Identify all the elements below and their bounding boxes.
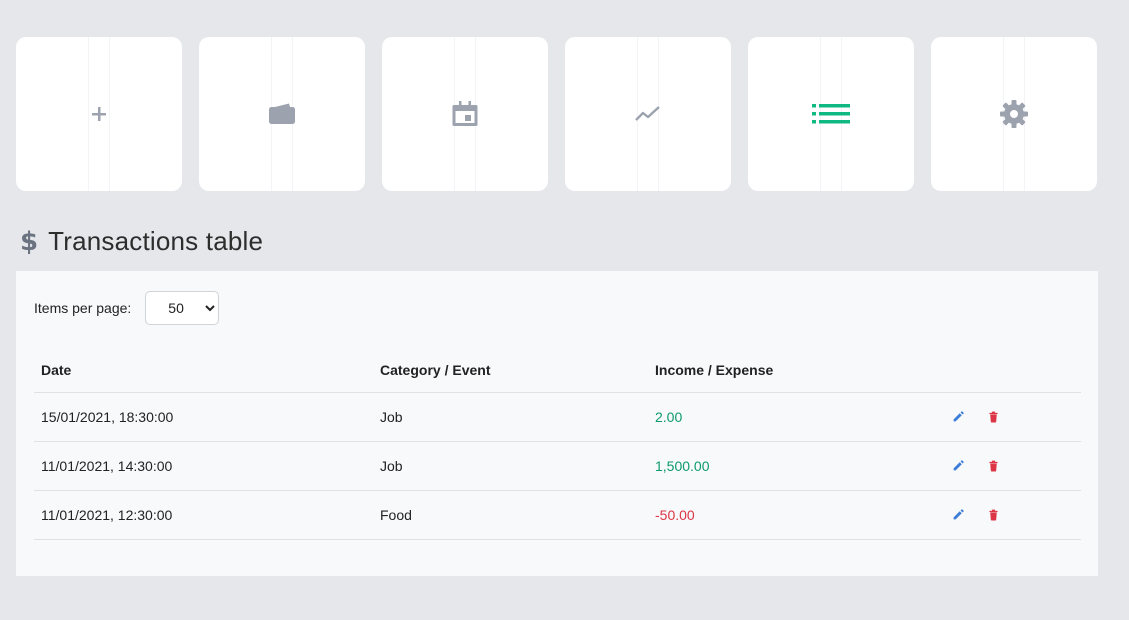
table-row: 11/01/2021, 12:30:00 Food -50.00 (34, 490, 1081, 540)
per-page-control: Items per page: 50 (34, 291, 220, 325)
table-header-row: Date Category / Event Income / Expense (34, 349, 1081, 393)
delete-icon[interactable] (987, 410, 1000, 423)
edit-icon[interactable] (952, 410, 965, 423)
nav-card-add[interactable] (16, 37, 182, 191)
cell-actions (938, 392, 1081, 442)
gear-icon (1000, 100, 1028, 128)
cell-amount: 2.00 (648, 392, 938, 442)
page-title: Transactions table (48, 226, 264, 256)
plus-icon (92, 107, 106, 121)
nav-card-settings[interactable] (931, 37, 1097, 191)
per-page-label: Items per page: (34, 300, 132, 316)
header-category[interactable]: Category / Event (373, 349, 648, 393)
table-row: 15/01/2021, 18:30:00 Job 2.00 (34, 392, 1081, 442)
delete-icon[interactable] (987, 459, 1000, 472)
transactions-table: Date Category / Event Income / Expense 1… (34, 349, 1081, 540)
wallet-icon (269, 103, 295, 124)
nav-card-chart[interactable] (565, 37, 731, 191)
cell-date: 15/01/2021, 18:30:00 (34, 392, 373, 442)
nav-cards (16, 37, 1097, 191)
calendar-icon (452, 101, 478, 126)
nav-card-list[interactable] (748, 37, 914, 191)
per-page-select[interactable]: 50 (145, 291, 220, 325)
cell-amount: -50.00 (648, 490, 938, 540)
cell-date: 11/01/2021, 12:30:00 (34, 490, 373, 540)
cell-category: Job (373, 392, 648, 442)
cell-actions (938, 490, 1081, 540)
dollar-icon: $ (20, 226, 39, 257)
table-row: 11/01/2021, 14:30:00 Job 1,500.00 (34, 441, 1081, 491)
cell-date: 11/01/2021, 14:30:00 (34, 441, 373, 491)
transactions-panel: Items per page: 50 Date Category / Event… (16, 271, 1098, 576)
header-date[interactable]: Date (34, 349, 373, 393)
list-icon (812, 104, 850, 124)
header-amount[interactable]: Income / Expense (648, 349, 938, 393)
cell-category: Food (373, 490, 648, 540)
edit-icon[interactable] (952, 459, 965, 472)
nav-card-wallet[interactable] (199, 37, 365, 191)
section-title: $ Transactions table (20, 226, 263, 257)
cell-actions (938, 441, 1081, 491)
delete-icon[interactable] (987, 508, 1000, 521)
cell-category: Job (373, 441, 648, 491)
trend-chart-icon (635, 106, 660, 121)
nav-card-calendar[interactable] (382, 37, 548, 191)
cell-amount: 1,500.00 (648, 441, 938, 491)
header-actions (938, 349, 1081, 393)
edit-icon[interactable] (952, 508, 965, 521)
